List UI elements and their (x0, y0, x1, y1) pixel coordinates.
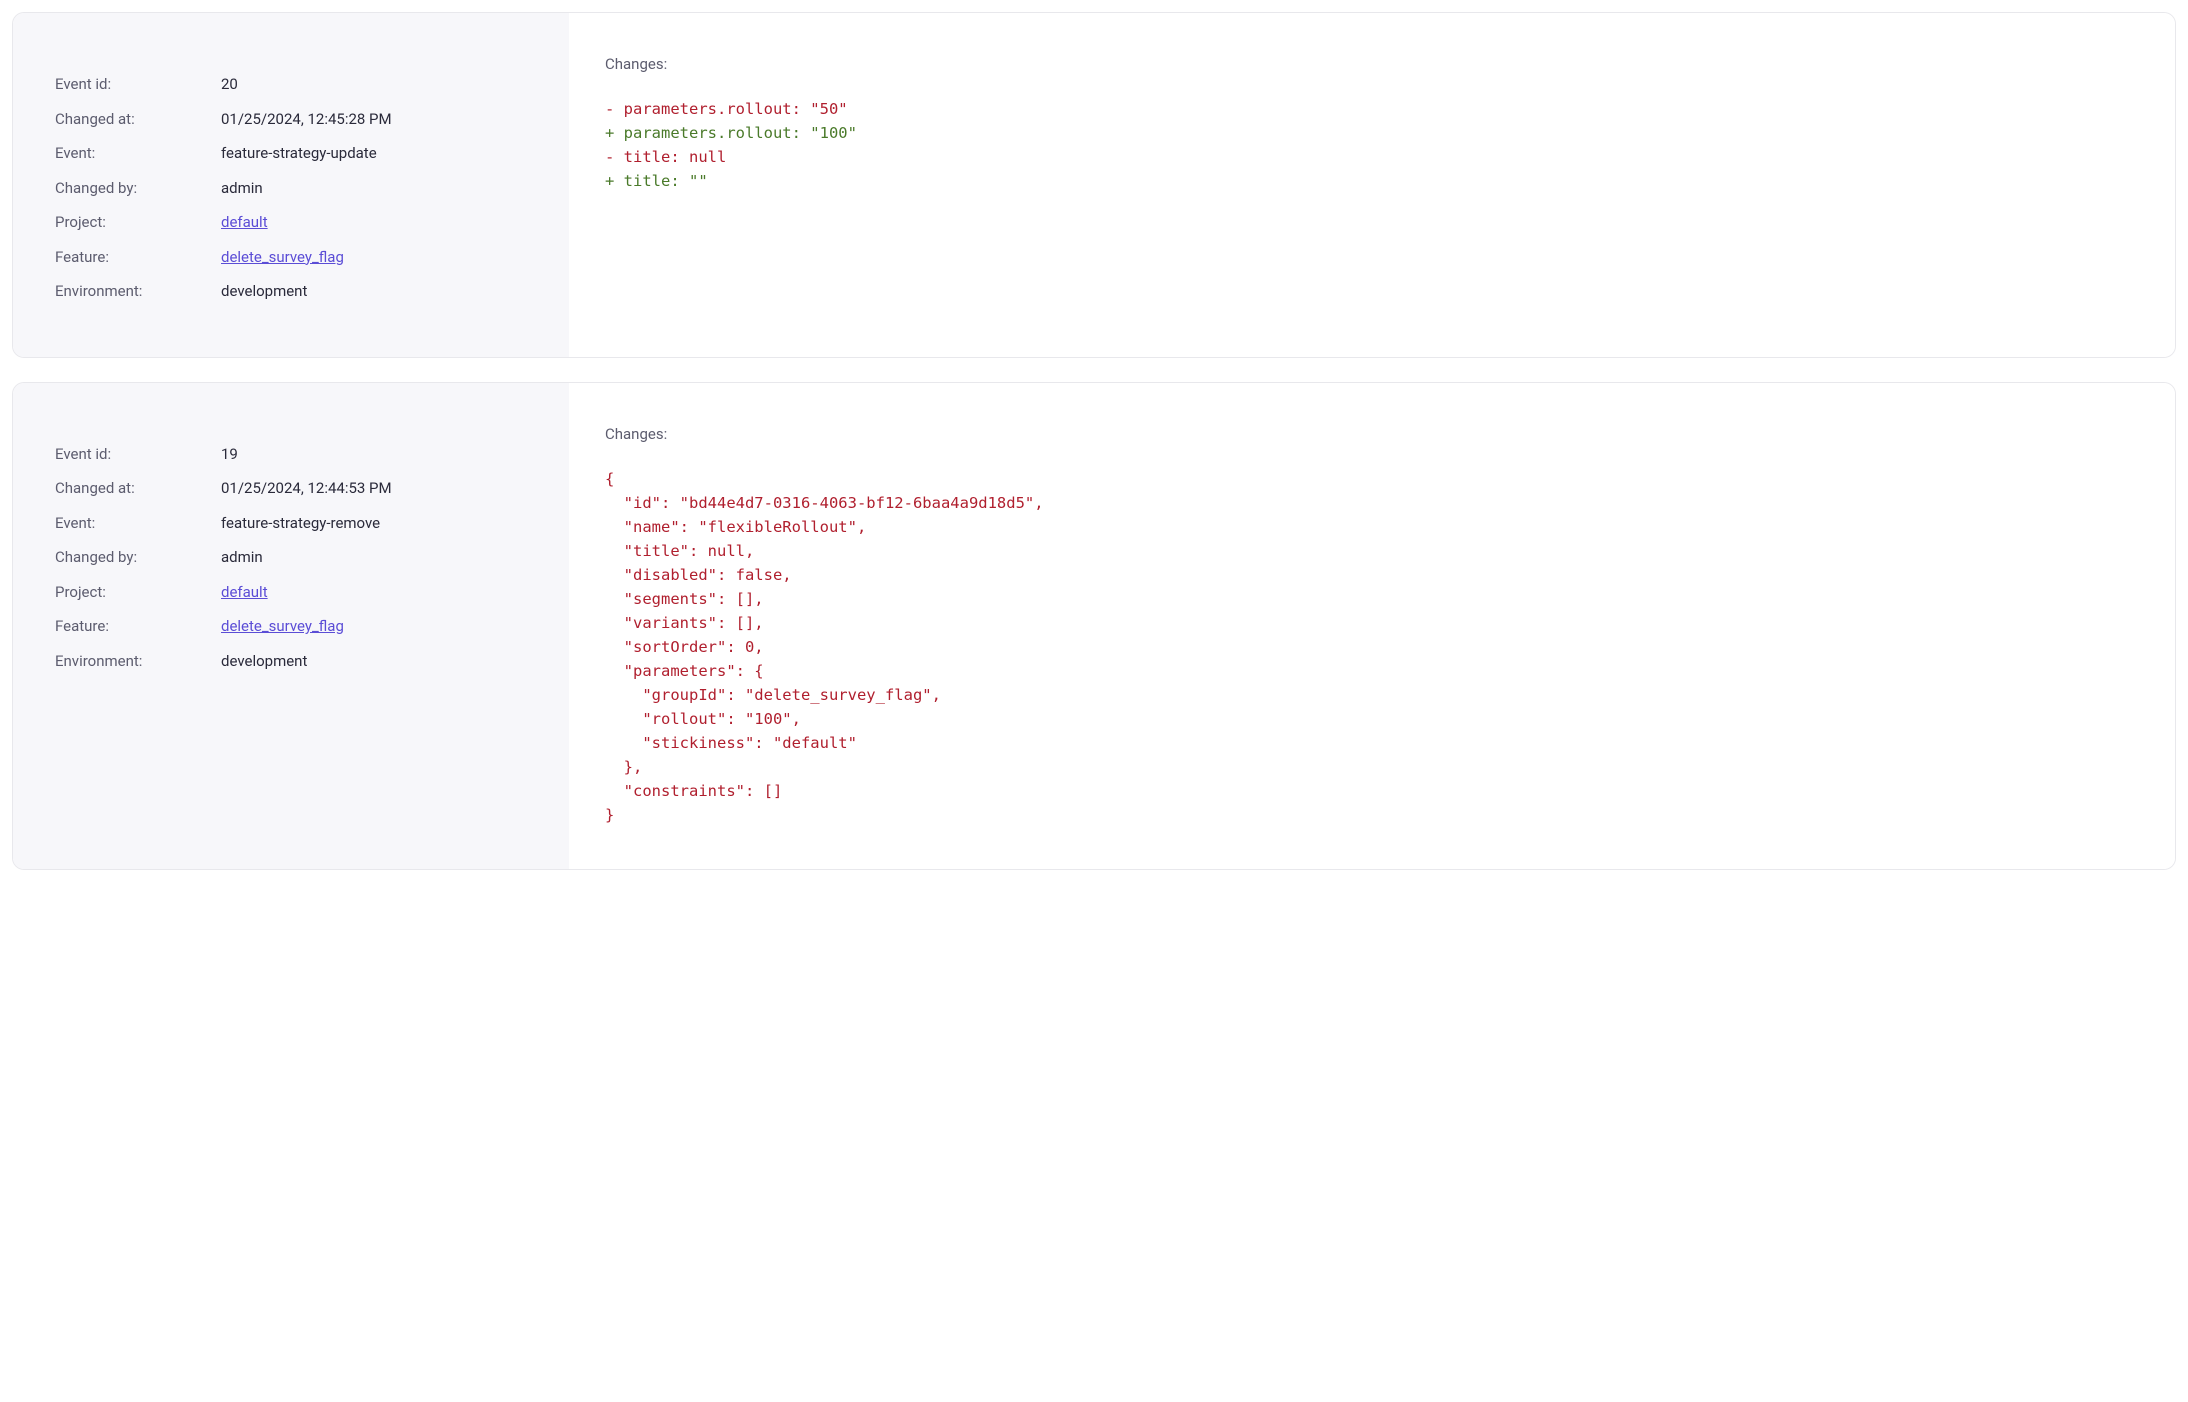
meta-row-environment: Environment: development (55, 280, 527, 303)
diff-line-removed: "id": "bd44e4d7-0316-4063-bf12-6baa4a9d1… (605, 491, 2139, 515)
meta-row-project: Project: default (55, 581, 527, 604)
meta-row-changed-by: Changed by: admin (55, 546, 527, 569)
environment-value: development (221, 280, 307, 303)
feature-link[interactable]: delete_survey_flag (221, 246, 344, 269)
changes-title: Changes: (605, 425, 2139, 443)
diff-line-removed: "constraints": [] (605, 779, 2139, 803)
event-meta-panel: Event id: 20 Changed at: 01/25/2024, 12:… (13, 13, 569, 357)
event-type-value: feature-strategy-remove (221, 512, 380, 535)
meta-row-project: Project: default (55, 211, 527, 234)
diff-block: - parameters.rollout: "50"+ parameters.r… (605, 97, 2139, 193)
diff-line-removed: "title": null, (605, 539, 2139, 563)
meta-row-changed-at: Changed at: 01/25/2024, 12:45:28 PM (55, 108, 527, 131)
environment-value: development (221, 650, 307, 673)
diff-line-added: + title: "" (605, 169, 2139, 193)
meta-row-event-id: Event id: 19 (55, 443, 527, 466)
diff-line-removed: "disabled": false, (605, 563, 2139, 587)
meta-label: Changed by: (55, 177, 221, 200)
meta-label: Environment: (55, 650, 221, 673)
diff-line-removed: - title: null (605, 145, 2139, 169)
meta-label: Feature: (55, 615, 221, 638)
diff-line-removed: "variants": [], (605, 611, 2139, 635)
diff-line-removed: "sortOrder": 0, (605, 635, 2139, 659)
diff-line-removed: } (605, 803, 2139, 827)
event-type-value: feature-strategy-update (221, 142, 377, 165)
diff-line-removed: "groupId": "delete_survey_flag", (605, 683, 2139, 707)
meta-label: Event id: (55, 73, 221, 96)
project-link[interactable]: default (221, 211, 268, 234)
feature-link[interactable]: delete_survey_flag (221, 615, 344, 638)
meta-row-feature: Feature: delete_survey_flag (55, 246, 527, 269)
changed-by-value: admin (221, 546, 263, 569)
diff-line-removed: - parameters.rollout: "50" (605, 97, 2139, 121)
changed-at-value: 01/25/2024, 12:44:53 PM (221, 477, 392, 500)
project-link[interactable]: default (221, 581, 268, 604)
meta-label: Changed at: (55, 108, 221, 131)
meta-row-feature: Feature: delete_survey_flag (55, 615, 527, 638)
event-id-value: 20 (221, 73, 238, 96)
event-id-value: 19 (221, 443, 238, 466)
meta-row-event-id: Event id: 20 (55, 73, 527, 96)
meta-label: Changed by: (55, 546, 221, 569)
event-card: Event id: 19 Changed at: 01/25/2024, 12:… (12, 382, 2176, 870)
diff-line-removed: "parameters": { (605, 659, 2139, 683)
diff-line-removed: "rollout": "100", (605, 707, 2139, 731)
changed-at-value: 01/25/2024, 12:45:28 PM (221, 108, 392, 131)
diff-line-added: + parameters.rollout: "100" (605, 121, 2139, 145)
changed-by-value: admin (221, 177, 263, 200)
diff-block: { "id": "bd44e4d7-0316-4063-bf12-6baa4a9… (605, 467, 2139, 827)
meta-label: Feature: (55, 246, 221, 269)
changes-title: Changes: (605, 55, 2139, 73)
meta-row-environment: Environment: development (55, 650, 527, 673)
meta-row-changed-at: Changed at: 01/25/2024, 12:44:53 PM (55, 477, 527, 500)
meta-label: Event id: (55, 443, 221, 466)
diff-line-removed: }, (605, 755, 2139, 779)
diff-line-removed: "name": "flexibleRollout", (605, 515, 2139, 539)
meta-row-changed-by: Changed by: admin (55, 177, 527, 200)
meta-label: Project: (55, 211, 221, 234)
meta-label: Event: (55, 512, 221, 535)
meta-label: Changed at: (55, 477, 221, 500)
meta-label: Project: (55, 581, 221, 604)
meta-label: Event: (55, 142, 221, 165)
event-changes-panel: Changes: { "id": "bd44e4d7-0316-4063-bf1… (569, 383, 2175, 869)
meta-row-event-type: Event: feature-strategy-update (55, 142, 527, 165)
diff-line-removed: { (605, 467, 2139, 491)
meta-label: Environment: (55, 280, 221, 303)
event-changes-panel: Changes: - parameters.rollout: "50"+ par… (569, 13, 2175, 357)
diff-line-removed: "stickiness": "default" (605, 731, 2139, 755)
event-card: Event id: 20 Changed at: 01/25/2024, 12:… (12, 12, 2176, 358)
diff-line-removed: "segments": [], (605, 587, 2139, 611)
event-meta-panel: Event id: 19 Changed at: 01/25/2024, 12:… (13, 383, 569, 869)
meta-row-event-type: Event: feature-strategy-remove (55, 512, 527, 535)
